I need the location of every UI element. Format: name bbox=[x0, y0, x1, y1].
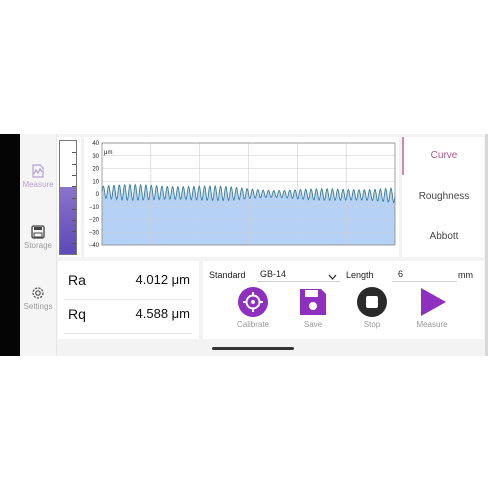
y-tick-label: 40 bbox=[92, 141, 99, 147]
gauge-tick bbox=[72, 220, 76, 222]
sidebar-item-label: Settings bbox=[23, 302, 53, 311]
chevron-down-icon bbox=[328, 270, 337, 286]
y-tick-label: 10 bbox=[92, 179, 99, 185]
rq-value: 4.588 μm bbox=[135, 306, 190, 321]
gauge-tick bbox=[72, 208, 76, 210]
length-label: Length bbox=[346, 270, 374, 280]
measure-label: Measure bbox=[416, 320, 448, 329]
measure-button[interactable]: Measure bbox=[407, 286, 457, 329]
gauge-tick bbox=[72, 197, 76, 199]
view-tabs: Curve Roughness Abbott bbox=[402, 137, 484, 257]
settings-icon bbox=[20, 285, 56, 301]
save-button[interactable]: Save bbox=[288, 286, 338, 329]
length-unit: mm bbox=[458, 270, 473, 280]
profile-chart-card: 40 30 20 10 0 −10 −20 −30 −40 μm bbox=[84, 137, 399, 257]
y-tick-label: 30 bbox=[92, 154, 99, 160]
play-icon bbox=[407, 286, 457, 318]
gauge-tick bbox=[72, 231, 76, 233]
calibrate-button[interactable]: Calibrate bbox=[228, 286, 278, 329]
sidebar-item-label: Measure bbox=[22, 180, 54, 189]
controls-card: Standard GB-14 Length mm Ca bbox=[203, 261, 484, 339]
app-screen: Measure Storage Settings 40 30 20 10 0 −… bbox=[0, 134, 488, 356]
rq-label: Rq bbox=[68, 306, 86, 322]
crosshair-icon bbox=[228, 286, 278, 318]
device-bezel bbox=[0, 134, 20, 356]
stop-button[interactable]: Stop bbox=[347, 286, 397, 329]
ra-label: Ra bbox=[68, 272, 86, 288]
gauge-tick bbox=[72, 174, 76, 176]
calibrate-label: Calibrate bbox=[236, 320, 269, 329]
storage-icon bbox=[20, 224, 56, 240]
standard-select-value: GB-14 bbox=[260, 269, 287, 279]
y-tick-label: −40 bbox=[89, 243, 100, 249]
gauge-tick bbox=[72, 242, 76, 244]
save-icon bbox=[288, 286, 338, 318]
standard-label: Standard bbox=[209, 270, 246, 280]
level-gauge bbox=[59, 140, 77, 255]
length-input[interactable] bbox=[392, 266, 457, 282]
gauge-tick bbox=[72, 152, 76, 154]
stop-label: Stop bbox=[363, 320, 381, 329]
tab-abbott[interactable]: Abbott bbox=[404, 218, 484, 256]
standard-select[interactable]: GB-14 bbox=[257, 266, 340, 282]
gauge-tick bbox=[72, 163, 76, 165]
ra-value: 4.012 μm bbox=[135, 272, 190, 287]
tab-roughness[interactable]: Roughness bbox=[404, 178, 484, 216]
result-row-rq: Rq 4.588 μm bbox=[58, 299, 199, 332]
y-tick-label: −20 bbox=[89, 218, 100, 224]
chart-unit-label: μm bbox=[104, 150, 112, 156]
sidebar: Measure Storage Settings bbox=[20, 134, 57, 356]
sidebar-item-storage[interactable]: Storage bbox=[20, 224, 56, 250]
y-tick-label: −30 bbox=[89, 230, 100, 236]
save-label: Save bbox=[303, 320, 323, 329]
tab-curve[interactable]: Curve bbox=[404, 137, 484, 175]
profile-chart: 40 30 20 10 0 −10 −20 −30 −40 μm bbox=[89, 141, 396, 249]
y-tick-label: 0 bbox=[96, 192, 100, 198]
y-tick-label: −10 bbox=[89, 205, 100, 211]
sidebar-item-label: Storage bbox=[23, 241, 53, 250]
divider bbox=[64, 333, 192, 334]
home-indicator[interactable] bbox=[212, 347, 294, 350]
result-row-ra: Ra 4.012 μm bbox=[58, 265, 199, 298]
gauge-tick bbox=[72, 186, 76, 188]
y-tick-label: 20 bbox=[92, 167, 99, 173]
level-gauge-card bbox=[57, 137, 81, 257]
stop-icon bbox=[347, 286, 397, 318]
sidebar-item-settings[interactable]: Settings bbox=[20, 285, 56, 311]
measure-icon bbox=[20, 163, 56, 179]
results-card: Ra 4.012 μm Rq 4.588 μm bbox=[58, 261, 199, 339]
sidebar-item-measure[interactable]: Measure bbox=[20, 163, 56, 189]
